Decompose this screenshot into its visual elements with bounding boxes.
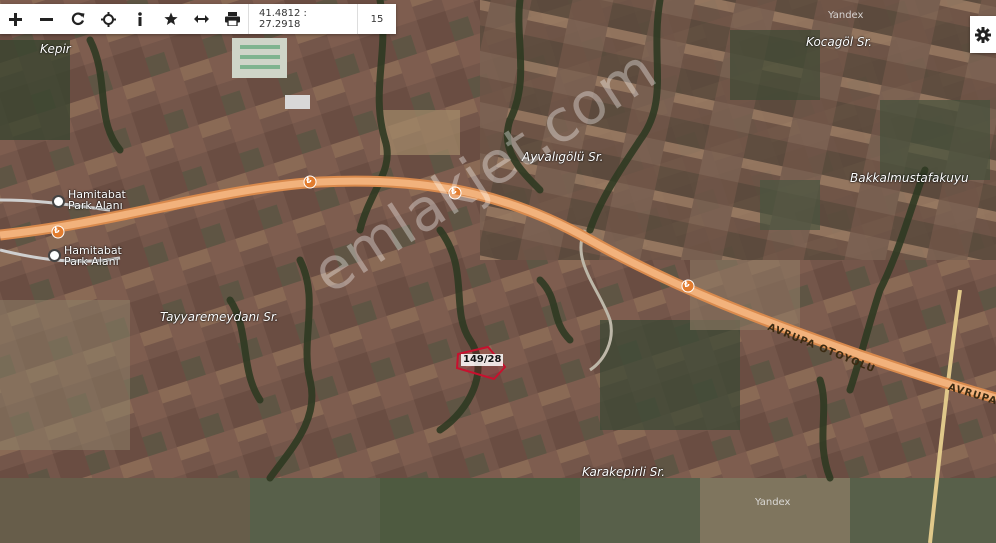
parcel-label[interactable]: 149/28 (461, 354, 504, 366)
plus-icon[interactable] (0, 4, 31, 34)
place-label-kocagol: Kocagöl Sr. (806, 35, 873, 49)
zoom-level-readout: 15 (357, 4, 396, 34)
coordinates-readout: 41.4812 : 27.2918 (248, 4, 357, 34)
green-field (880, 100, 990, 180)
park-marker-icon[interactable] (52, 195, 65, 208)
crosshair-icon[interactable] (93, 4, 124, 34)
green-field (600, 320, 740, 430)
place-label-bakkalmustafakuyu: Bakkalmustafakuyu (850, 171, 969, 185)
imagery-strip (700, 478, 850, 543)
imagery-strip (380, 478, 580, 543)
park-marker-icon[interactable] (48, 249, 61, 262)
info-icon[interactable] (124, 4, 155, 34)
map-toolbar: 41.4812 : 27.2918 15 (0, 4, 396, 34)
horizontal-arrows-icon[interactable] (186, 4, 217, 34)
park-label-line: Park Alanı (68, 199, 123, 212)
place-label-kepir: Kepir (40, 42, 71, 56)
place-label-karakepirli: Karakepirli Sr. (582, 465, 666, 479)
yandex-attribution: Yandex (755, 497, 791, 508)
imagery-strip (0, 478, 250, 543)
toll-symbol: ₺ (684, 280, 690, 289)
star-icon[interactable] (155, 4, 186, 34)
green-field (760, 180, 820, 230)
place-label-tayyaremeydani: Tayyaremeydanı Sr. (160, 310, 279, 324)
toll-symbol: ₺ (306, 176, 312, 185)
yandex-attribution: Yandex (828, 10, 864, 21)
pale-field (380, 110, 460, 155)
park-label: Hamitabat Park Alanı (64, 245, 122, 267)
pale-field (0, 300, 130, 450)
park-label: Hamitabat Park Alanı (68, 189, 126, 211)
printer-icon[interactable] (217, 4, 248, 34)
gear-icon (975, 26, 991, 43)
refresh-icon[interactable] (62, 4, 93, 34)
minus-icon[interactable] (31, 4, 62, 34)
satellite-map[interactable] (0, 0, 996, 543)
toll-symbol: ₺ (54, 226, 60, 235)
settings-button[interactable] (970, 16, 996, 53)
park-label-line: Park Alanı (64, 255, 119, 268)
